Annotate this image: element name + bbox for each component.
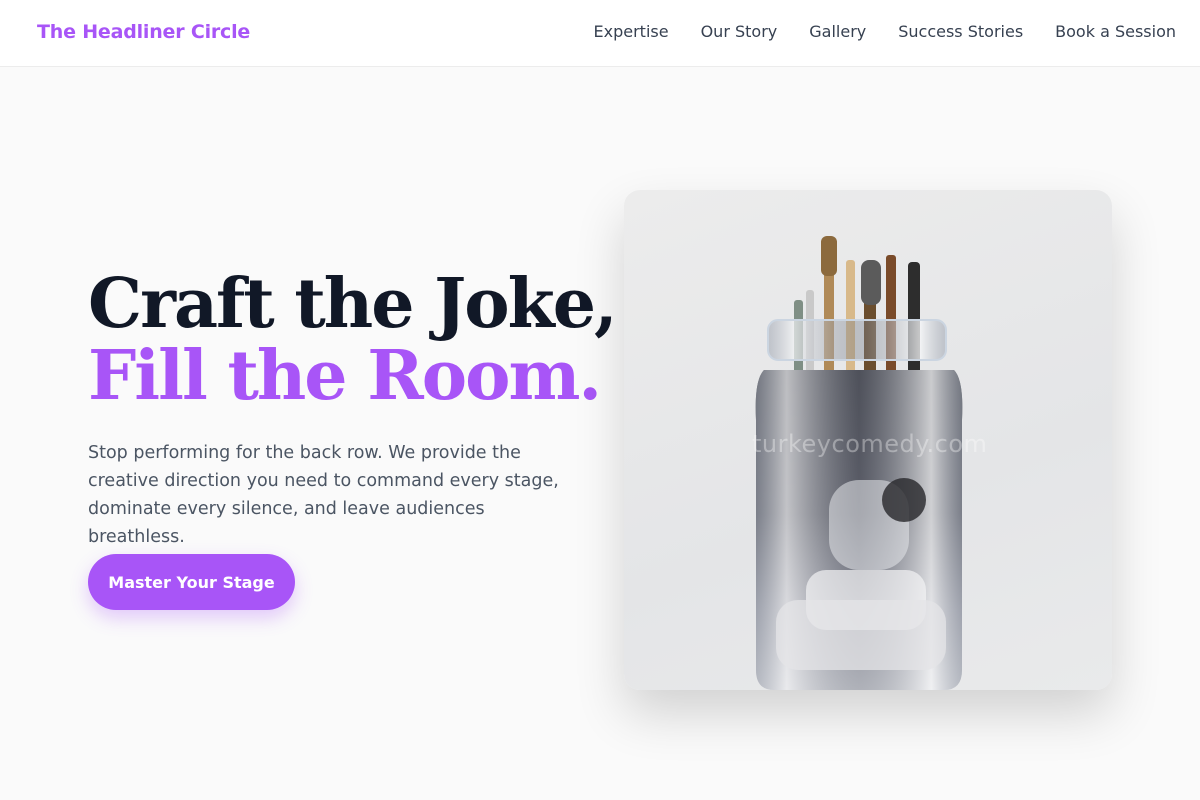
nav-link-our-story[interactable]: Our Story bbox=[701, 22, 778, 41]
hero-title-line1: Craft the Joke, bbox=[88, 264, 618, 344]
hero-description: Stop performing for the back row. We pro… bbox=[88, 443, 559, 547]
brand-logo[interactable]: The Headliner Circle bbox=[37, 21, 250, 43]
nav-links: Expertise Our Story Gallery Success Stor… bbox=[594, 22, 1176, 41]
hero-image: turkeycomedy.com bbox=[624, 190, 1112, 690]
hero-title: Craft the Joke, Fill the Room. bbox=[88, 264, 618, 416]
top-navigation: The Headliner Circle Expertise Our Story… bbox=[0, 0, 1200, 67]
hero-title-line2: Fill the Room. bbox=[88, 336, 602, 416]
nav-link-success-stories[interactable]: Success Stories bbox=[898, 22, 1023, 41]
glass-jar bbox=[755, 319, 963, 690]
nav-link-book-a-session[interactable]: Book a Session bbox=[1055, 22, 1176, 41]
brush-jar-illustration: turkeycomedy.com bbox=[752, 236, 987, 690]
master-your-stage-button[interactable]: Master Your Stage bbox=[88, 554, 295, 610]
nav-link-gallery[interactable]: Gallery bbox=[809, 22, 866, 41]
nav-link-expertise[interactable]: Expertise bbox=[594, 22, 669, 41]
image-watermark: turkeycomedy.com bbox=[752, 430, 987, 458]
